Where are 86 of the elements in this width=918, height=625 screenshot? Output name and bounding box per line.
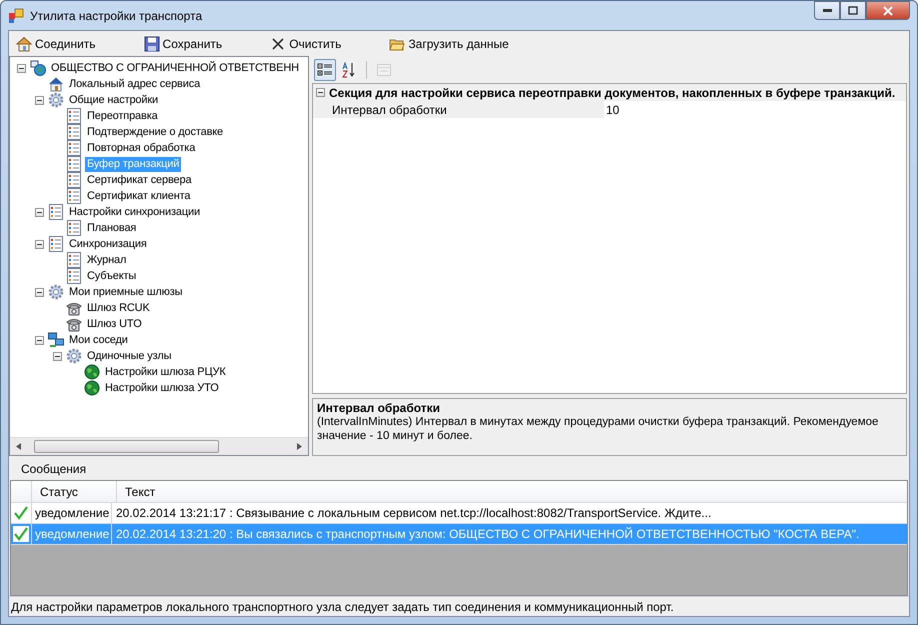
tree-item[interactable]: Общие настройки bbox=[67, 92, 160, 108]
gear-icon bbox=[66, 348, 82, 364]
globe-icon bbox=[84, 364, 100, 380]
description-title: Интервал обработки bbox=[317, 401, 442, 415]
status-text: Для настройки параметров локального транспортного узла следует задать тип соединения и коммуникационный порт. bbox=[11, 600, 674, 614]
tree-item[interactable]: Шлюз UTO bbox=[85, 316, 144, 332]
tree-item[interactable]: Настройки синхронизации bbox=[67, 204, 202, 220]
table-cell-text: 20.02.2014 13:21:17 : Связывание с локальным сервисом net.tcp://localhost:8082/TransportService. Ждите... bbox=[115, 505, 712, 522]
minimize-button[interactable] bbox=[814, 1, 840, 20]
tree-item[interactable]: Локальный адрес сервиса bbox=[67, 76, 202, 92]
collapse-toggle[interactable] bbox=[52, 352, 62, 360]
collapse-toggle[interactable] bbox=[34, 240, 44, 248]
close-icon bbox=[882, 6, 894, 16]
list-icon bbox=[66, 140, 82, 156]
right-arrow-icon[interactable] bbox=[297, 443, 302, 450]
description-text: (IntervalInMinutes) Интервал в минутах между процедурами очистки буфера транзакций. Рекомендуемое значение - 10 минут и более. bbox=[317, 415, 880, 443]
list-icon bbox=[66, 252, 82, 268]
list-icon bbox=[66, 172, 82, 188]
categorized-icon bbox=[317, 62, 333, 78]
tree-item[interactable]: Шлюз RCUK bbox=[85, 300, 152, 316]
collapse-toggle[interactable] bbox=[34, 288, 44, 296]
collapse-toggle[interactable] bbox=[316, 88, 325, 97]
close-icon bbox=[270, 36, 286, 52]
collapse-toggle[interactable] bbox=[34, 336, 44, 344]
list-icon bbox=[66, 156, 82, 172]
message-row[interactable]: уведомление 20.02.2014 13:21:17 : Связывание с локальным сервисом net.tcp://localhost:8082/TransportService. Ждите... bbox=[11, 503, 907, 524]
section-title: Секция для настройки сервиса переотправки документов, накопленных в буфере транзакций. bbox=[329, 86, 896, 100]
toolbar-button[interactable]: Соединить bbox=[12, 34, 100, 54]
list-icon bbox=[66, 220, 82, 236]
app-icon bbox=[8, 8, 24, 24]
tree-item[interactable]: Синхронизация bbox=[67, 236, 149, 252]
minimize-icon bbox=[822, 9, 832, 12]
sort-icon bbox=[341, 62, 357, 78]
list-icon bbox=[66, 268, 82, 284]
tree-item[interactable]: ОБЩЕСТВО С ОГРАНИЧЕННОЙ ОТВЕТСТВЕНН bbox=[49, 60, 301, 76]
globe-icon bbox=[84, 380, 100, 396]
table-cell: уведомление bbox=[32, 524, 112, 544]
left-arrow-icon[interactable] bbox=[16, 443, 21, 450]
tree-item[interactable]: Мои соседи bbox=[67, 332, 130, 348]
network-globe-icon bbox=[30, 60, 46, 76]
property-pages-icon bbox=[376, 62, 392, 78]
check-icon bbox=[13, 526, 29, 542]
list-icon bbox=[48, 236, 64, 252]
telephone-icon bbox=[66, 316, 82, 332]
tree-item[interactable]: Плановая bbox=[85, 220, 138, 236]
tree-item[interactable]: Мои приемные шлюзы bbox=[67, 284, 184, 300]
tree-item[interactable]: Журнал bbox=[85, 252, 128, 268]
gear-icon bbox=[48, 92, 64, 108]
column-header[interactable]: Текст bbox=[117, 481, 907, 502]
tree-item[interactable]: Сертификат сервера bbox=[85, 172, 194, 188]
house-icon bbox=[16, 36, 32, 52]
list-icon bbox=[66, 124, 82, 140]
panel-title: Сообщения bbox=[21, 462, 86, 476]
toolbar-button[interactable]: Загрузить данные bbox=[385, 34, 513, 54]
tree-item[interactable]: Сертификат клиента bbox=[85, 188, 192, 204]
property-name: Интервал обработки bbox=[313, 101, 603, 118]
gear-icon bbox=[48, 284, 64, 300]
maximize-button[interactable] bbox=[840, 1, 866, 20]
toolbar-button[interactable]: Сохранить bbox=[140, 34, 226, 54]
tree-item[interactable]: Подтверждение о доставке bbox=[85, 124, 226, 140]
house-icon bbox=[48, 76, 64, 92]
toolbar-button[interactable]: Очистить bbox=[266, 34, 346, 54]
tree-item[interactable]: Одиночные узлы bbox=[85, 348, 174, 364]
categorized-button[interactable] bbox=[314, 58, 336, 80]
close-button[interactable] bbox=[866, 1, 910, 20]
list-icon bbox=[66, 108, 82, 124]
telephone-icon bbox=[66, 300, 82, 316]
list-icon bbox=[66, 188, 82, 204]
tree-item[interactable]: Переотправка bbox=[85, 108, 160, 124]
check-icon bbox=[13, 505, 29, 521]
tree-item[interactable]: Повторная обработка bbox=[85, 140, 198, 156]
table-cell-text: 20.02.2014 13:21:20 : Вы связались с транспортным узлом: ОБЩЕСТВО С ОГРАНИЧЕННОЙ ОТВЕТСТВЕННОСТЬЮ "КОСТА ВЕРА". bbox=[115, 526, 860, 543]
table-cell: уведомление bbox=[32, 503, 112, 523]
list-icon bbox=[48, 204, 64, 220]
tree-item[interactable]: Настройки шлюза РЦУК bbox=[103, 364, 228, 380]
maximize-icon bbox=[848, 6, 858, 16]
property-value[interactable]: 10 bbox=[603, 101, 906, 118]
column-header[interactable]: Статус bbox=[32, 481, 117, 502]
tree-item[interactable]: Субъекты bbox=[85, 268, 138, 284]
horizontal-scrollbar[interactable] bbox=[10, 437, 308, 455]
collapse-toggle[interactable] bbox=[16, 64, 26, 72]
computers-icon bbox=[48, 332, 64, 348]
tree-item[interactable]: Настройки шлюза УТО bbox=[103, 380, 221, 396]
collapse-toggle[interactable] bbox=[34, 208, 44, 216]
collapse-toggle[interactable] bbox=[34, 96, 44, 104]
window-title: Утилита настройки транспорта bbox=[30, 8, 204, 22]
